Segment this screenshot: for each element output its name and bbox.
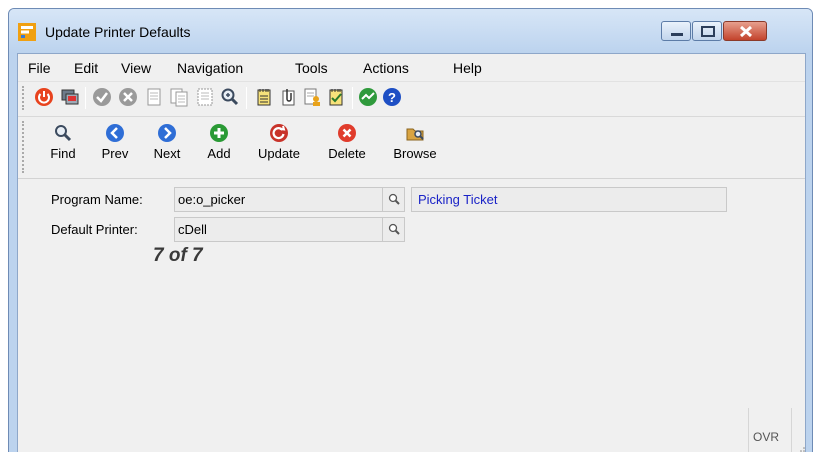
- app-logo-icon: [18, 23, 36, 41]
- status-bar: OVR: [18, 404, 805, 457]
- title-bar[interactable]: Update Printer Defaults: [9, 9, 812, 53]
- ovr-indicator: OVR: [753, 430, 780, 444]
- svg-text:?: ?: [388, 90, 396, 105]
- magnifier-icon: [55, 125, 72, 142]
- program-lookup-button[interactable]: [382, 187, 405, 212]
- browse-button[interactable]: Browse: [386, 123, 444, 161]
- close-button[interactable]: [723, 21, 767, 41]
- screen-copy-icon[interactable]: [60, 87, 80, 107]
- update-button[interactable]: Update: [250, 123, 308, 161]
- find-label: Find: [50, 146, 76, 161]
- default-printer-field[interactable]: cDell: [174, 217, 382, 242]
- menu-help[interactable]: Help: [453, 60, 482, 76]
- menu-view[interactable]: View: [121, 60, 151, 76]
- toolbar-grip[interactable]: [22, 121, 25, 173]
- prev-button[interactable]: Prev: [96, 123, 134, 161]
- folder-browse-icon: [406, 128, 424, 141]
- attachment-icon[interactable]: [278, 87, 298, 107]
- prev-label: Prev: [101, 146, 129, 161]
- notepad-check-icon[interactable]: [326, 87, 346, 107]
- app-window: Update Printer Defaults File Edit View N…: [8, 8, 813, 458]
- arrow-left-icon: [106, 124, 124, 142]
- record-counter: 7 of 7: [153, 245, 203, 266]
- icon-toolbar: ?: [18, 81, 805, 114]
- add-label: Add: [207, 146, 231, 161]
- zoom-icon[interactable]: [220, 87, 240, 107]
- minimize-button[interactable]: [661, 21, 691, 41]
- plus-icon: [210, 124, 228, 142]
- desktop-background: [0, 452, 820, 460]
- menu-edit[interactable]: Edit: [74, 60, 98, 76]
- search-icon: [388, 193, 400, 205]
- cancel-icon[interactable]: [118, 87, 138, 107]
- update-label: Update: [258, 146, 300, 161]
- menu-file[interactable]: File: [28, 60, 51, 76]
- printer-lookup-button[interactable]: [382, 217, 405, 242]
- update-icon: [270, 124, 288, 142]
- delete-button[interactable]: Delete: [320, 123, 374, 161]
- delete-label: Delete: [328, 146, 366, 161]
- search-icon: [388, 223, 400, 235]
- navigation-toolbar: Find Prev Next Add Update Delete Browse: [18, 116, 805, 178]
- window-title: Update Printer Defaults: [45, 24, 191, 40]
- program-name-label: Program Name:: [51, 192, 143, 207]
- delete-icon: [338, 124, 356, 142]
- next-button[interactable]: Next: [146, 123, 188, 161]
- check-icon[interactable]: [92, 87, 112, 107]
- status-mode: OVR: [748, 408, 792, 456]
- toolbar-separator: [85, 87, 86, 109]
- arrow-right-icon: [158, 124, 176, 142]
- document-list-icon[interactable]: [195, 87, 215, 107]
- menu-bar: File Edit View Navigation Tools Actions …: [18, 54, 805, 81]
- client-area: File Edit View Navigation Tools Actions …: [17, 53, 806, 457]
- maximize-button[interactable]: [692, 21, 722, 41]
- program-description: Picking Ticket: [411, 187, 727, 212]
- chart-icon[interactable]: [358, 87, 378, 107]
- default-printer-label: Default Printer:: [51, 222, 138, 237]
- toolbar-separator: [246, 87, 247, 109]
- toolbar-grip[interactable]: [22, 86, 25, 110]
- menu-tools[interactable]: Tools: [295, 60, 328, 76]
- menu-actions[interactable]: Actions: [363, 60, 409, 76]
- help-icon[interactable]: ?: [382, 87, 402, 107]
- browse-label: Browse: [393, 146, 437, 161]
- document-icon[interactable]: [144, 87, 164, 107]
- menu-navigation[interactable]: Navigation: [177, 60, 243, 76]
- power-icon[interactable]: [34, 87, 54, 107]
- find-button[interactable]: Find: [46, 123, 80, 161]
- add-button[interactable]: Add: [202, 123, 236, 161]
- toolbar-separator: [352, 87, 353, 109]
- document-user-icon[interactable]: [302, 87, 322, 107]
- program-name-field[interactable]: oe:o_picker: [174, 187, 382, 212]
- document-copy-icon[interactable]: [169, 87, 189, 107]
- record-form: Program Name: oe:o_picker Picking Ticket…: [18, 178, 805, 457]
- notepad-icon[interactable]: [254, 87, 274, 107]
- next-label: Next: [153, 146, 181, 161]
